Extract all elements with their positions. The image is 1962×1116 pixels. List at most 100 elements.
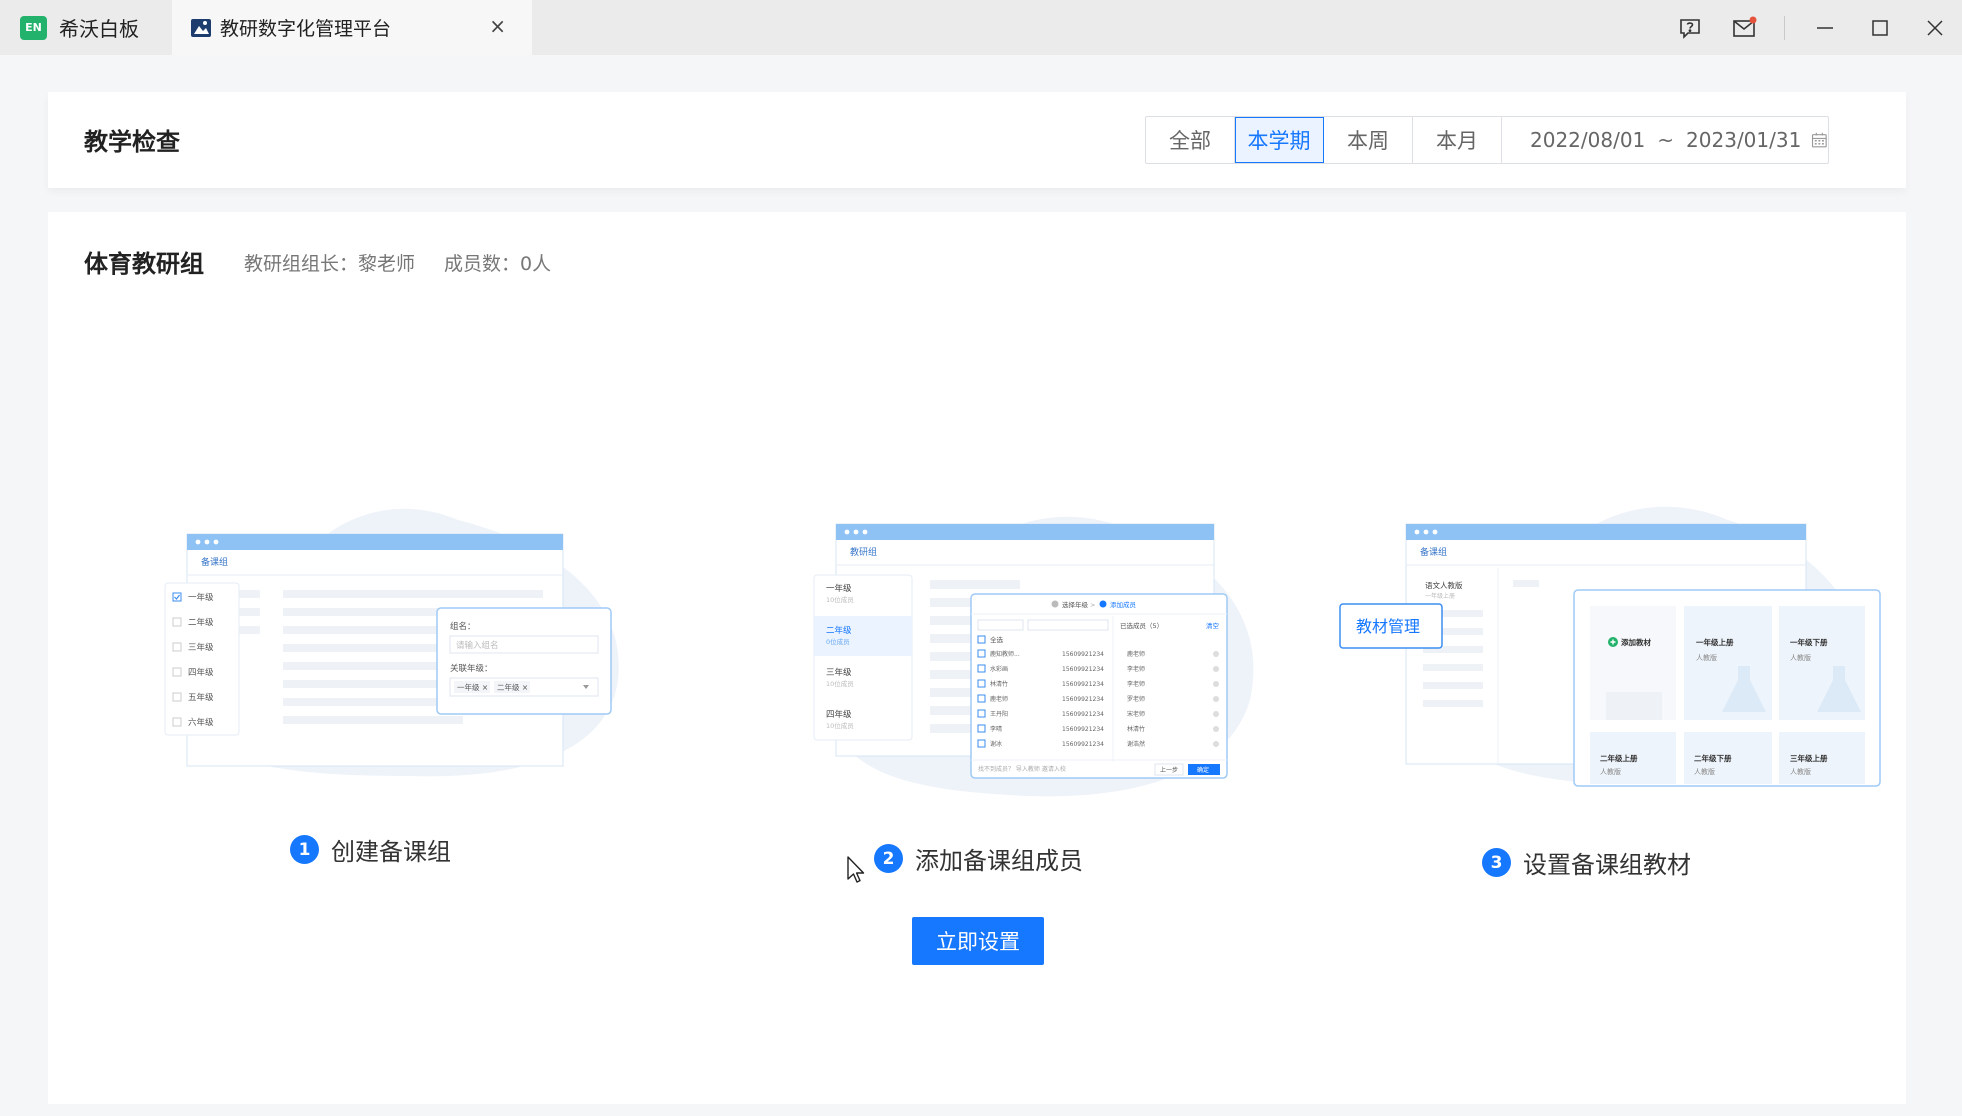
illus2-dialog-all: 全选 xyxy=(990,635,1004,644)
svg-text:>: > xyxy=(1090,601,1095,609)
group-panel: 体育教研组 教研组组长：黎老师 成员数：0人 备课组 一年级 二年级 三年级 四… xyxy=(48,212,1906,1104)
illus2-grade: 四年级 xyxy=(826,709,852,720)
divider xyxy=(1784,15,1785,40)
illus2-member: 王丹阳 xyxy=(990,710,1008,718)
illus3-sidebar-sub: 一年级上册 xyxy=(1425,592,1455,600)
step-set-textbook: 3 设置备课组教材 xyxy=(1482,845,1691,880)
illus3-book: 二年级上册 xyxy=(1600,753,1638,763)
illus1-grade: 四年级 xyxy=(188,667,214,678)
tab-platform[interactable]: 教研数字化管理平台 × xyxy=(172,0,532,55)
step-label: 创建备课组 xyxy=(331,838,451,866)
illus2-member: 水彩画 xyxy=(990,665,1008,673)
illus2-member: 李晴 xyxy=(990,725,1002,733)
illus3-sidebar-item: 语文人教版 xyxy=(1425,580,1463,590)
illus2-dialog-step: 添加成员 xyxy=(1110,600,1137,609)
illus2-grade-sub: 0位成员 xyxy=(826,637,850,646)
illus2-selected-member: 罗老师 xyxy=(1127,695,1145,703)
close-icon[interactable] xyxy=(1907,0,1962,55)
mail-icon[interactable] xyxy=(1717,0,1772,55)
platform-icon xyxy=(191,18,211,37)
calendar-icon xyxy=(1812,132,1828,148)
illus2-dialog-selected: 已选成员（5） xyxy=(1120,621,1163,630)
illus2-dialog-step: 选择年级 xyxy=(1062,600,1089,609)
step-add-members: 2 添加备课组成员 xyxy=(874,841,1083,876)
illus1-grade: 一年级 xyxy=(188,592,214,603)
illus2-member: 鹿老师 xyxy=(990,695,1008,703)
step-label: 添加备课组成员 xyxy=(915,847,1083,875)
app-logo-icon: EN xyxy=(20,15,47,40)
illus2-member-phone: 15609921234 xyxy=(1062,741,1104,748)
illus2-member-phone: 15609921234 xyxy=(1062,666,1104,673)
illus2-member-phone: 15609921234 xyxy=(1062,681,1104,688)
illus2-dialog-prev: 上一步 xyxy=(1160,766,1178,774)
add-members-illustration: 教研组 一年级 10位成员 二年级 0位成员 三年级 10位成员 四年级 10位… xyxy=(813,516,1254,797)
illus3-book: 一年级下册 xyxy=(1790,637,1828,647)
illus2-member: 鹿知教师... xyxy=(990,650,1020,658)
tab-close-icon[interactable]: × xyxy=(489,14,506,38)
mouse-cursor-icon xyxy=(847,856,865,883)
setup-now-button[interactable]: 立即设置 xyxy=(912,917,1044,965)
title-bar: EN 希沃白板 教研数字化管理平台 × xyxy=(0,0,1962,55)
illus2-dialog-clear: 清空 xyxy=(1206,621,1220,630)
group-leader: 教研组组长：黎老师 xyxy=(244,253,416,275)
date-end: 2023/01/31 xyxy=(1686,128,1802,152)
illus1-grade: 五年级 xyxy=(188,692,214,703)
range-tab-week[interactable]: 本周 xyxy=(1324,117,1413,163)
illus3-book: 一年级上册 xyxy=(1696,637,1734,647)
help-icon[interactable] xyxy=(1662,0,1717,55)
illus2-grade-sub: 10位成员 xyxy=(826,679,854,688)
date-range-picker[interactable]: 2022/08/01 ~ 2023/01/31 xyxy=(1502,117,1828,163)
illus3-book-sub: 人教版 xyxy=(1600,767,1621,776)
illus3-book: 三年级上册 xyxy=(1790,753,1828,763)
window-controls xyxy=(1662,0,1962,55)
illus3-add-label: 添加教材 xyxy=(1621,637,1651,647)
illus2-selected-member: 宋老师 xyxy=(1127,710,1145,718)
illus3-book-sub: 人教版 xyxy=(1790,653,1811,662)
illus2-member-phone: 15609921234 xyxy=(1062,726,1104,733)
illus2-member: 谢冰 xyxy=(990,740,1002,748)
minimize-icon[interactable] xyxy=(1797,0,1852,55)
illus2-grade: 三年级 xyxy=(826,667,852,678)
illus1-name-placeholder: 请输入组名 xyxy=(456,640,499,651)
illus2-selected-member: 鹿老师 xyxy=(1127,650,1145,658)
illus2-selected-member: 谢浩然 xyxy=(1127,740,1145,748)
step-label: 设置备课组教材 xyxy=(1523,851,1691,879)
illus1-grade: 二年级 xyxy=(188,617,214,628)
date-start: 2022/08/01 xyxy=(1530,128,1646,152)
range-tab-all[interactable]: 全部 xyxy=(1146,117,1235,163)
illus2-grade: 一年级 xyxy=(826,583,852,594)
app-tab[interactable]: EN 希沃白板 xyxy=(0,0,172,55)
illus1-grade-label: 关联年级： xyxy=(450,663,493,674)
illus3-book: 二年级下册 xyxy=(1694,753,1732,763)
range-tab-semester[interactable]: 本学期 xyxy=(1235,117,1324,163)
illus3-book-sub: 人教版 xyxy=(1694,767,1715,776)
illus3-window-title: 备课组 xyxy=(1420,546,1447,558)
illus2-grade-sub: 10位成员 xyxy=(826,595,854,604)
illus1-name-label: 组名： xyxy=(450,621,476,632)
illus2-dialog-footer: 找不到成员？ 导入教师 邀请入校 xyxy=(978,765,1066,773)
illus3-book-sub: 人教版 xyxy=(1790,767,1811,776)
illus2-selected-member: 李老师 xyxy=(1127,680,1145,688)
illus1-chip: 二年级 × xyxy=(497,682,528,692)
illus2-selected-member: 林清竹 xyxy=(1127,725,1145,733)
group-name: 体育教研组 xyxy=(84,250,204,278)
illus2-member-phone: 15609921234 xyxy=(1062,696,1104,703)
illus1-grade: 三年级 xyxy=(188,642,214,653)
illus2-member-phone: 15609921234 xyxy=(1062,711,1104,718)
illus2-window-title: 教研组 xyxy=(850,546,877,558)
range-tab-month[interactable]: 本月 xyxy=(1413,117,1502,163)
date-separator: ~ xyxy=(1657,128,1675,152)
step-create-group: 1 创建备课组 xyxy=(290,832,451,867)
inspection-header: 教学检查 全部 本学期 本周 本月 2022/08/01 ~ 2023/01/3… xyxy=(48,92,1906,188)
illus2-member-phone: 15609921234 xyxy=(1062,651,1104,658)
maximize-icon[interactable] xyxy=(1852,0,1907,55)
tab-title: 教研数字化管理平台 xyxy=(220,18,392,40)
illus2-member: 林清竹 xyxy=(990,680,1008,688)
step-number: 1 xyxy=(290,835,319,864)
illus3-badge: 教材管理 xyxy=(1356,617,1420,636)
illus1-chip: 一年级 × xyxy=(457,682,488,692)
set-textbook-illustration: 备课组 语文人教版 一年级上册 添加教材 一年级上册 人教版 一年级下册 人教版… xyxy=(1339,506,1881,787)
illus1-window-title: 备课组 xyxy=(201,556,228,568)
illus2-grade-sub: 10位成员 xyxy=(826,721,854,730)
illus3-book-sub: 人教版 xyxy=(1696,653,1717,662)
